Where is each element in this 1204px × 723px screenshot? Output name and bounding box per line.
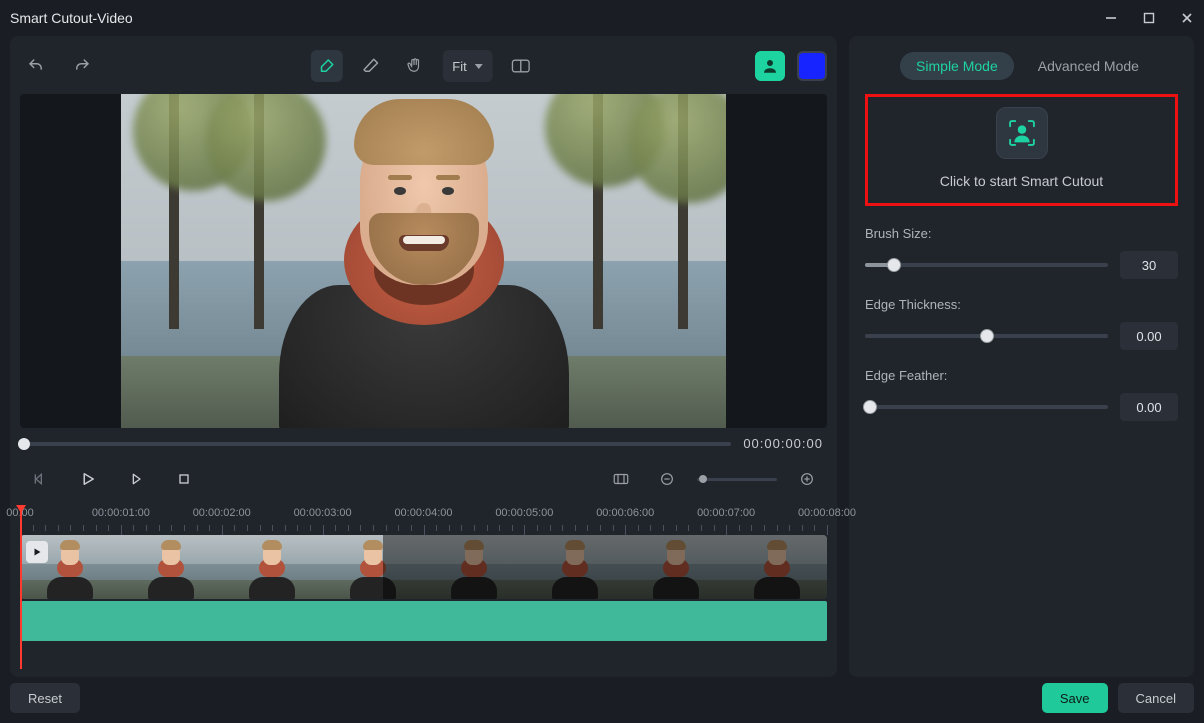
video-frame	[121, 94, 726, 428]
ruler-tick: 00:00:01:00	[92, 507, 150, 519]
clip-thumbnails[interactable]	[20, 535, 827, 599]
zoom-in-button[interactable]	[791, 463, 823, 495]
chevron-down-icon	[475, 64, 483, 69]
playhead[interactable]	[20, 507, 22, 669]
zoom-select[interactable]: Fit	[442, 50, 492, 82]
start-smart-cutout-button[interactable]	[996, 107, 1048, 159]
smart-cutout-hint: Click to start Smart Cutout	[940, 173, 1103, 189]
timeline-zoom-slider[interactable]	[697, 478, 777, 481]
mark-in-out-button[interactable]	[605, 463, 637, 495]
ruler-tick: 00:00:02:00	[193, 507, 251, 519]
ruler-tick: 00:00:08:00	[798, 507, 856, 519]
timeline-ruler[interactable]: 00:0000:00:01:0000:00:02:0000:00:03:0000…	[20, 507, 827, 535]
edge-thickness-label: Edge Thickness:	[865, 297, 1178, 312]
stop-button[interactable]	[168, 463, 200, 495]
window-close[interactable]	[1180, 11, 1194, 25]
edge-feather-label: Edge Feather:	[865, 368, 1178, 383]
undo-button[interactable]	[20, 50, 52, 82]
prev-frame-button[interactable]	[24, 463, 56, 495]
window-minimize[interactable]	[1104, 11, 1118, 25]
eraser-tool[interactable]	[354, 50, 386, 82]
next-frame-button[interactable]	[120, 463, 152, 495]
reset-button[interactable]: Reset	[10, 683, 80, 713]
tab-simple-mode[interactable]: Simple Mode	[900, 52, 1014, 80]
subject-thumbnail[interactable]	[755, 51, 785, 81]
edge-thickness-slider[interactable]	[865, 334, 1108, 338]
clip-thumbnail	[222, 535, 323, 599]
zoom-label: Fit	[452, 59, 466, 74]
edge-feather-slider[interactable]	[865, 405, 1108, 409]
timecode: 00:00:00:00	[743, 436, 823, 451]
tab-advanced-mode[interactable]: Advanced Mode	[1034, 52, 1143, 80]
properties-panel: Simple Mode Advanced Mode Click to start…	[849, 36, 1194, 677]
save-button[interactable]: Save	[1042, 683, 1108, 713]
editor-pane: Fit	[10, 36, 837, 677]
ruler-tick: 00:00:07:00	[697, 507, 755, 519]
hand-tool[interactable]	[398, 50, 430, 82]
clip-thumbnail	[121, 535, 222, 599]
ruler-tick: 00:00:05:00	[495, 507, 553, 519]
effect-track[interactable]	[20, 601, 827, 641]
brush-size-label: Brush Size:	[865, 226, 1178, 241]
timeline[interactable]: 00:0000:00:01:0000:00:02:0000:00:03:0000…	[20, 507, 827, 669]
cancel-button[interactable]: Cancel	[1118, 683, 1194, 713]
unprocessed-region	[383, 535, 827, 599]
edge-feather-value[interactable]: 0.00	[1120, 393, 1178, 421]
window-title: Smart Cutout-Video	[10, 10, 133, 26]
preview-scrubber[interactable]	[24, 442, 731, 446]
ruler-tick: 00:00:06:00	[596, 507, 654, 519]
play-button[interactable]	[72, 463, 104, 495]
brush-size-value[interactable]: 30	[1120, 251, 1178, 279]
background-color-swatch[interactable]	[797, 51, 827, 81]
compare-button[interactable]	[505, 50, 537, 82]
video-preview	[20, 94, 827, 428]
editor-toolbar: Fit	[20, 46, 827, 86]
edge-thickness-value[interactable]: 0.00	[1120, 322, 1178, 350]
smart-cutout-callout: Click to start Smart Cutout	[865, 94, 1178, 206]
redo-button[interactable]	[66, 50, 98, 82]
brush-tool[interactable]	[310, 50, 342, 82]
brush-size-slider[interactable]	[865, 263, 1108, 267]
ruler-tick: 00:00:04:00	[394, 507, 452, 519]
zoom-out-button[interactable]	[651, 463, 683, 495]
window-maximize[interactable]	[1142, 11, 1156, 25]
ruler-tick: 00:00:03:00	[294, 507, 352, 519]
clip-play-icon	[26, 541, 48, 563]
